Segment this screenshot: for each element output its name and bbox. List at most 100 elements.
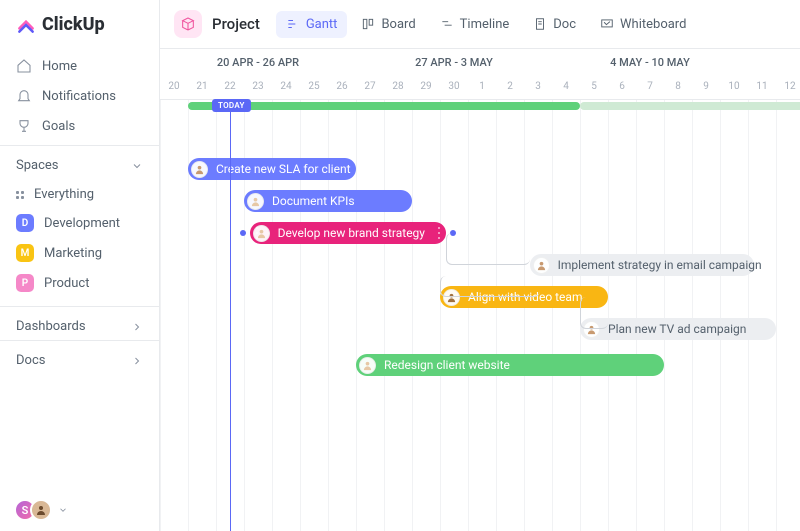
docs-header[interactable]: Docs [0,340,159,374]
task-bar-brand[interactable]: Develop new brand strategy [250,222,446,244]
project-title[interactable]: Project [212,15,260,33]
chevron-down-icon [131,160,143,172]
tab-label: Doc [553,17,576,32]
day-cell: 28 [384,75,412,99]
sidebar-footer[interactable]: S [0,489,159,531]
tab-label: Board [381,17,415,32]
avatar-stack: S [14,499,52,521]
tab-doc[interactable]: Doc [523,11,586,38]
today-label: TODAY [212,99,251,112]
day-cell: 4 [552,75,580,99]
day-cell: 3 [524,75,552,99]
primary-nav: Home Notifications Goals [0,47,159,145]
day-cell: 23 [244,75,272,99]
task-label: Redesign client website [384,358,510,372]
day-cell: 29 [412,75,440,99]
dependency-handle[interactable] [450,230,456,236]
day-cell: 5 [580,75,608,99]
tab-label: Whiteboard [620,17,686,32]
dashboards-label: Dashboards [16,319,86,334]
nav-goals-label: Goals [42,119,75,134]
home-icon [16,58,32,74]
everything-icon [16,191,24,199]
task-label: Align with video team [468,290,582,304]
space-badge: P [16,274,34,292]
doc-icon [533,17,547,31]
nav-home[interactable]: Home [8,51,151,81]
day-cell: 20 [160,75,188,99]
week-label: 4 MAY - 10 MAY [552,56,748,69]
space-label: Development [44,216,120,231]
nav-notifications-label: Notifications [42,89,116,104]
topbar: Project Gantt Board Timeline Doc Whitebo… [160,0,800,49]
today-line [230,100,231,531]
space-badge: D [16,214,34,232]
tab-gantt[interactable]: Gantt [276,11,348,38]
assignee-avatar [359,357,376,374]
day-cell: 6 [608,75,636,99]
user-avatar [30,499,52,521]
day-cell: 2 [496,75,524,99]
space-label: Product [44,276,89,291]
docs-label: Docs [16,353,45,368]
task-bar-kpis[interactable]: Document KPIs [244,190,412,212]
brand-name: ClickUp [42,14,105,35]
week-label: 20 APR - 26 APR [160,56,356,69]
day-cell: 10 [720,75,748,99]
cube-icon [180,16,196,32]
dependency-handle[interactable] [240,230,246,236]
space-marketing[interactable]: M Marketing [8,238,151,268]
assignee-avatar [247,193,264,210]
tab-timeline[interactable]: Timeline [430,11,520,38]
brand-logo[interactable]: ClickUp [0,0,159,47]
day-cell: 27 [356,75,384,99]
assignee-avatar [191,161,208,178]
day-cell: 1 [468,75,496,99]
space-development[interactable]: D Development [8,208,151,238]
board-icon [361,17,375,31]
timeline-header: 20 APR - 26 APR 27 APR - 3 MAY 4 MAY - 1… [160,49,800,100]
nav-goals[interactable]: Goals [8,111,151,141]
task-bar-tvad[interactable]: Plan new TV ad campaign [580,318,776,340]
space-label: Marketing [44,246,102,261]
tab-whiteboard[interactable]: Whiteboard [590,11,696,38]
day-cell: 7 [636,75,664,99]
task-label: Develop new brand strategy [278,226,425,240]
spaces-header[interactable]: Spaces [0,145,159,179]
nav-notifications[interactable]: Notifications [8,81,151,111]
space-product[interactable]: P Product [8,268,151,298]
tab-label: Timeline [460,17,510,32]
tab-label: Gantt [306,17,338,32]
main: Project Gantt Board Timeline Doc Whitebo… [160,0,800,531]
day-cell: 8 [664,75,692,99]
task-bar-redesign[interactable]: Redesign client website [356,354,664,376]
day-cell: 11 [748,75,776,99]
dashboards-header[interactable]: Dashboards [0,306,159,340]
task-label: Plan new TV ad campaign [608,322,746,336]
week-label: 27 APR - 3 MAY [356,56,552,69]
space-everything[interactable]: Everything [8,181,151,208]
space-badge: M [16,244,34,262]
assignee-avatar [583,321,600,338]
space-everything-label: Everything [34,187,94,202]
tab-board[interactable]: Board [351,11,425,38]
day-cell: 12 [776,75,800,99]
day-row: 2021222324252627282930123456789101112 [160,75,800,99]
task-bar-video[interactable]: Align with video team [440,286,608,308]
task-bar-sla[interactable]: Create new SLA for client [188,158,356,180]
task-label: Implement strategy in email campaign [558,258,762,272]
project-icon[interactable] [174,10,202,38]
caret-down-icon [58,505,68,515]
day-cell: 9 [692,75,720,99]
day-cell: 21 [188,75,216,99]
chevron-right-icon [131,355,143,367]
chevron-right-icon [131,321,143,333]
sidebar: ClickUp Home Notifications Goals Spaces [0,0,160,531]
week-row: 20 APR - 26 APR 27 APR - 3 MAY 4 MAY - 1… [160,49,800,75]
day-cell: 30 [440,75,468,99]
assignee-avatar [443,289,460,306]
gantt-chart[interactable]: Create new SLA for client Document KPIs De… [160,100,800,531]
summary-bar [580,102,800,110]
task-bar-email[interactable]: Implement strategy in email campaign [530,254,754,276]
clickup-logo-icon [16,15,36,35]
